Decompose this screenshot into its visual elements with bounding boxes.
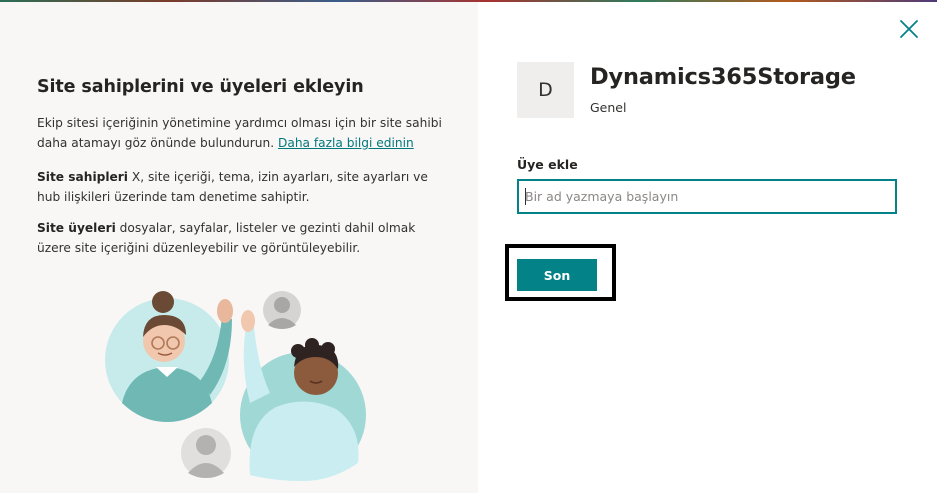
owners-paragraph: Site sahipleri X, site içeriği, tema, iz… [37, 167, 447, 207]
members-paragraph: Site üyeleri dosyalar, sayfalar, listele… [37, 218, 447, 258]
owners-heading: Site sahipleri [37, 170, 128, 184]
intro-paragraph: Ekip sitesi içeriğinin yönetimine yardım… [37, 113, 447, 153]
site-privacy-label: Genel [590, 100, 627, 115]
add-member-input[interactable] [519, 181, 895, 212]
done-button[interactable]: Son [517, 259, 597, 291]
text-caret [525, 188, 526, 205]
add-member-label: Üye ekle [517, 157, 578, 172]
site-logo-tile: D [517, 62, 574, 118]
site-name: Dynamics365Storage [590, 64, 856, 90]
learn-more-link[interactable]: Daha fazla bilgi edinin [278, 136, 414, 150]
close-icon [900, 20, 918, 38]
add-member-field [517, 179, 897, 214]
members-heading: Site üyeleri [37, 221, 116, 235]
collaboration-illustration [105, 291, 366, 481]
close-button[interactable] [897, 17, 921, 41]
panel-title: Site sahiplerini ve üyeleri ekleyin [37, 77, 364, 97]
